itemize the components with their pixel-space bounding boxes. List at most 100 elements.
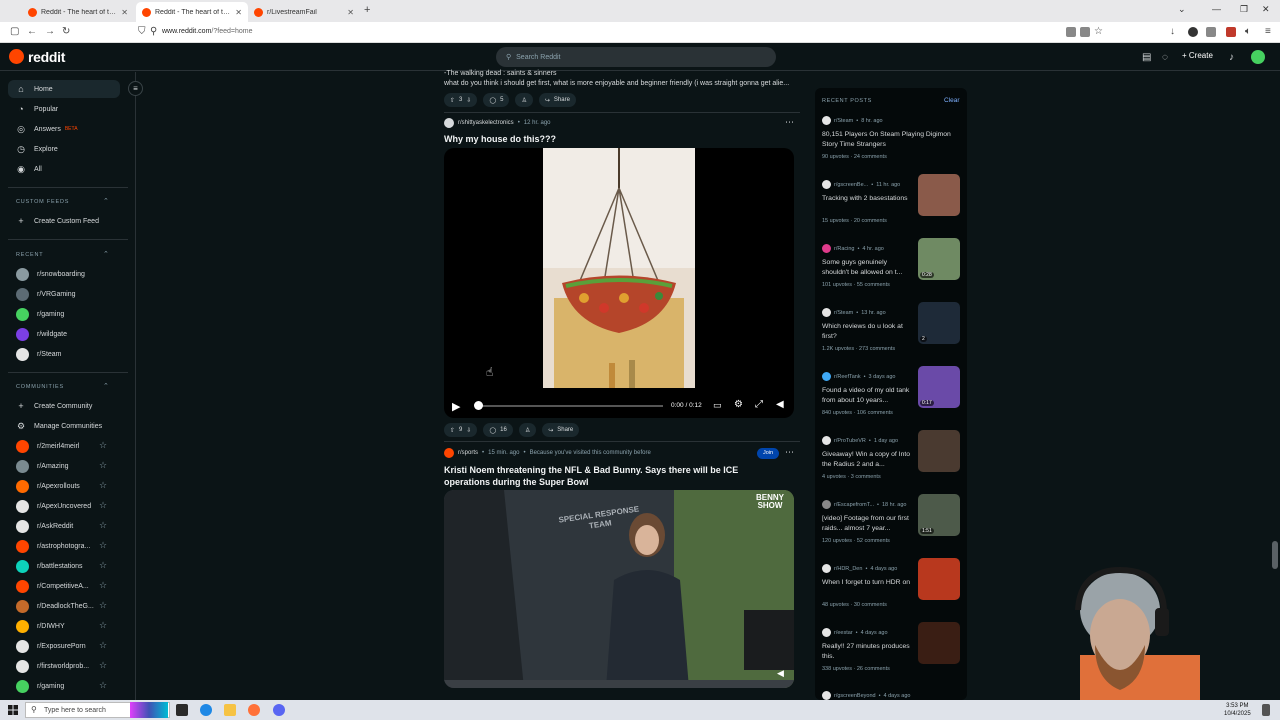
create-custom-feed-button[interactable]: + Create Custom Feed: [8, 212, 120, 230]
downloads-icon[interactable]: ↓: [1170, 26, 1175, 37]
recent-post-sub[interactable]: r/Steam: [834, 310, 853, 316]
more-options-icon[interactable]: ⋯: [785, 447, 794, 458]
new-tab-icon[interactable]: +: [364, 4, 370, 16]
sidebar-item-recent[interactable]: r/wildgate: [8, 325, 120, 343]
search-input[interactable]: ⚲ Search Reddit: [496, 47, 776, 67]
custom-feeds-heading[interactable]: CUSTOM FEEDS: [16, 199, 69, 205]
reload-icon[interactable]: ↻: [62, 26, 70, 37]
recent-post-sub[interactable]: r/HDR_Den: [834, 566, 862, 572]
recent-post-title[interactable]: Tracking with 2 basestations: [822, 194, 914, 204]
upvote-icon[interactable]: ⇧: [450, 97, 455, 104]
picture-in-picture-icon[interactable]: [1080, 27, 1090, 37]
recent-post-sub[interactable]: r/eestar: [834, 630, 853, 636]
menu-icon[interactable]: ≡: [1265, 26, 1271, 37]
recent-post-sub[interactable]: r/gscreenBeyond: [834, 693, 876, 699]
video-player[interactable]: BENNY SHOW SPECIAL RESPONSE TEAM ◀: [444, 490, 794, 688]
captions-icon[interactable]: ▭: [713, 400, 722, 411]
restore-icon[interactable]: ❐: [1240, 4, 1248, 15]
minimize-icon[interactable]: —: [1212, 4, 1221, 14]
chevron-up-icon[interactable]: ⌃: [103, 250, 109, 258]
avatar[interactable]: [1251, 50, 1265, 64]
volume-icon[interactable]: ◀: [776, 399, 784, 410]
browser-tab[interactable]: r/LivestreamFail ✕: [248, 2, 360, 22]
file-explorer-icon[interactable]: [224, 704, 236, 716]
favorite-star-icon[interactable]: ☆: [99, 480, 107, 491]
account-icon[interactable]: [1206, 27, 1216, 37]
downvote-icon[interactable]: ⇩: [466, 97, 471, 104]
recent-post-thumbnail[interactable]: 0:17: [918, 366, 960, 408]
recent-post-sub[interactable]: r/EscapefromT...: [834, 502, 874, 508]
notifications-icon[interactable]: [1262, 704, 1270, 716]
recent-post-thumbnail[interactable]: 0:28: [918, 238, 960, 280]
more-options-icon[interactable]: ⋯: [785, 117, 794, 128]
discord-icon[interactable]: [273, 704, 285, 716]
close-tab-icon[interactable]: ✕: [235, 8, 242, 17]
sidebar-item-recent[interactable]: r/Steam: [8, 345, 120, 363]
reader-view-icon[interactable]: [1066, 27, 1076, 37]
video-scrubber-handle[interactable]: [474, 401, 483, 410]
share-button[interactable]: ↪ Share: [542, 423, 580, 437]
vote-button[interactable]: ⇧ 3 ⇩: [444, 93, 478, 107]
chat-icon[interactable]: ◌: [1162, 52, 1168, 63]
recent-post-title[interactable]: Some guys genuinely shouldn't be allowed…: [822, 258, 914, 278]
recent-post-sub[interactable]: r/gscreenBe...: [834, 182, 868, 188]
sidebar-item-home[interactable]: ⌂ Home: [8, 80, 120, 98]
favorite-star-icon[interactable]: ☆: [99, 500, 107, 511]
subreddit-icon[interactable]: [444, 118, 454, 128]
sidebar-toggle-icon[interactable]: ▢: [10, 26, 19, 37]
volume-icon[interactable]: ◀: [777, 668, 784, 679]
favorite-star-icon[interactable]: ☆: [99, 460, 107, 471]
recent-post-sub[interactable]: r/ProTubeVR: [834, 438, 866, 444]
firefox-icon[interactable]: [248, 704, 260, 716]
sidebar-item-popular[interactable]: ◔ Popular: [8, 100, 120, 118]
favorite-star-icon[interactable]: ☆: [99, 440, 107, 451]
subreddit-link[interactable]: r/sports: [458, 450, 478, 456]
sidebar-item-explore[interactable]: ◷ Explore: [8, 140, 120, 158]
manage-communities-button[interactable]: ⚙ Manage Communities: [8, 417, 120, 435]
advertise-icon[interactable]: ▤: [1142, 52, 1151, 63]
video-progress-track[interactable]: [478, 405, 663, 407]
windows-start-icon[interactable]: [8, 705, 18, 715]
favorite-star-icon[interactable]: ☆: [99, 560, 107, 571]
forward-icon[interactable]: →: [45, 26, 55, 37]
extension-icon[interactable]: [1188, 27, 1198, 37]
recent-post-title[interactable]: When I forget to turn HDR on: [822, 578, 914, 588]
browser-tab[interactable]: Reddit - The heart of the internet ✕: [22, 2, 134, 22]
recent-post-title[interactable]: Found a video of my old tank from about …: [822, 386, 914, 406]
recent-post-title[interactable]: [video] Footage from our first raids... …: [822, 514, 914, 534]
system-clock[interactable]: 3:53 PM 10/4/2025: [1224, 702, 1251, 718]
recent-post-thumbnail[interactable]: [918, 622, 960, 664]
sidebar-item-answers[interactable]: ◎ Answers BETA: [8, 120, 120, 138]
subreddit-icon[interactable]: [444, 448, 454, 458]
fullscreen-icon[interactable]: ⤢: [755, 399, 763, 410]
recent-post-thumbnail[interactable]: [918, 558, 960, 600]
favorite-star-icon[interactable]: ☆: [99, 620, 107, 631]
downvote-icon[interactable]: ⇩: [466, 427, 471, 434]
edge-browser-icon[interactable]: [200, 704, 212, 716]
share-button[interactable]: ↪ Share: [538, 93, 576, 107]
bookmark-star-icon[interactable]: ☆: [1094, 26, 1103, 37]
favorite-star-icon[interactable]: ☆: [99, 680, 107, 691]
tab-list-chevron-icon[interactable]: ⌄: [1178, 4, 1186, 15]
tracking-shield-icon[interactable]: ⛉: [138, 26, 146, 37]
upvote-icon[interactable]: ⇧: [450, 427, 455, 434]
recent-post-title[interactable]: Giveaway! Win a copy of Into the Radius …: [822, 450, 914, 470]
post-title[interactable]: Kristi Noem threatening the NFL & Bad Bu…: [444, 464, 784, 488]
favorite-star-icon[interactable]: ☆: [99, 600, 107, 611]
recent-post-thumbnail[interactable]: [918, 174, 960, 216]
favorite-star-icon[interactable]: ☆: [99, 520, 107, 531]
close-window-icon[interactable]: ✕: [1262, 4, 1270, 15]
browser-tab-active[interactable]: Reddit - The heart of the internet ✕: [136, 2, 248, 22]
reddit-logo[interactable]: reddit: [28, 49, 65, 65]
recent-post-sub[interactable]: r/ReefTank: [834, 374, 861, 380]
communities-heading[interactable]: COMMUNITIES: [16, 384, 64, 390]
join-button[interactable]: Join: [757, 448, 779, 459]
settings-gear-icon[interactable]: ⚙: [734, 399, 743, 410]
award-button[interactable]: ♙: [518, 423, 537, 437]
sidebar-item-recent[interactable]: r/VRGaming: [8, 285, 120, 303]
close-tab-icon[interactable]: ✕: [347, 8, 354, 17]
comments-button[interactable]: ◯ 16: [483, 423, 513, 437]
recent-post-thumbnail[interactable]: 2: [918, 302, 960, 344]
recent-post-thumbnail[interactable]: 1:51: [918, 494, 960, 536]
chevron-up-icon[interactable]: ⌃: [103, 197, 109, 205]
